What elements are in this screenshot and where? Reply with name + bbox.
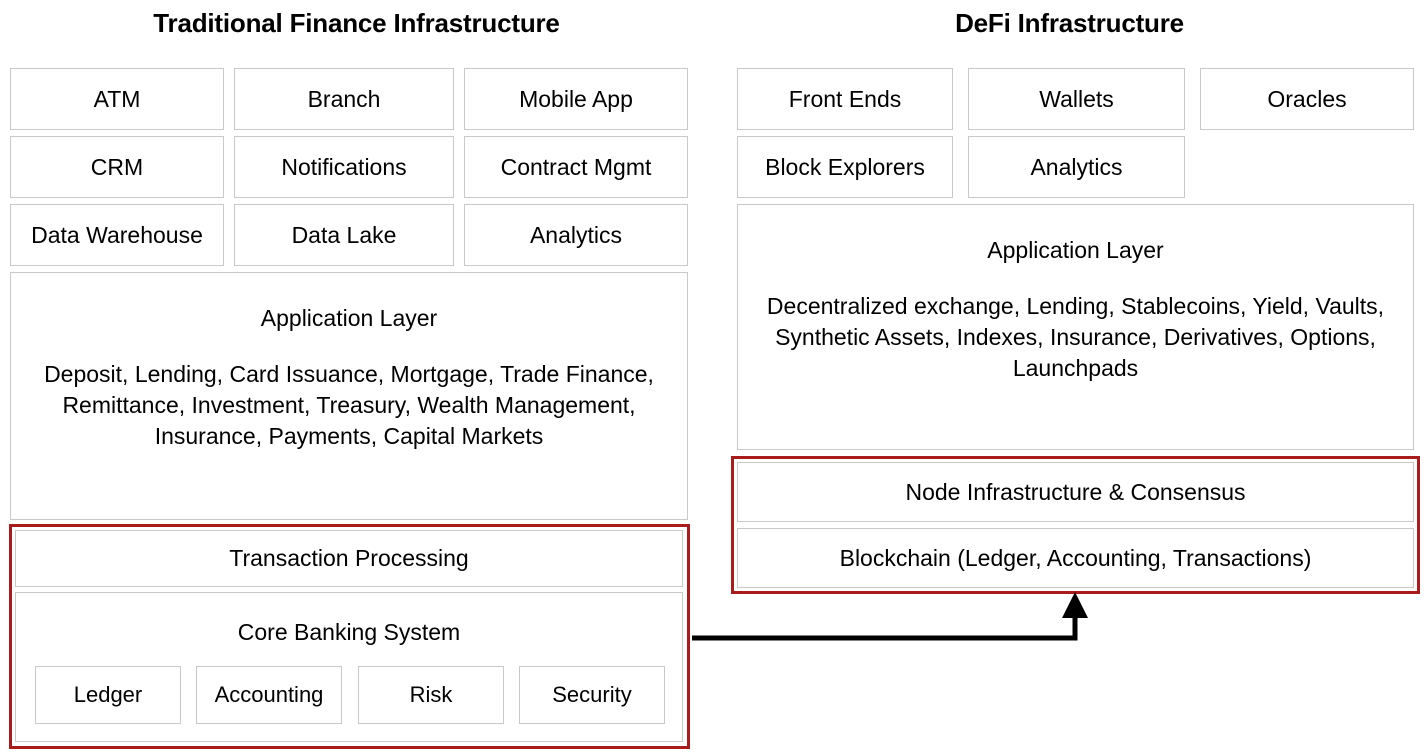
- tradfi-box-crm[interactable]: CRM: [10, 136, 224, 198]
- traditional-finance-title: Traditional Finance Infrastructure: [0, 8, 713, 39]
- tradfi-box-risk[interactable]: Risk: [358, 666, 504, 724]
- tradfi-box-analytics[interactable]: Analytics: [464, 204, 688, 266]
- tradfi-application-layer-body: Deposit, Lending, Card Issuance, Mortgag…: [11, 359, 687, 453]
- defi-box-front-ends[interactable]: Front Ends: [737, 68, 953, 130]
- tradfi-box-contract-mgmt[interactable]: Contract Mgmt: [464, 136, 688, 198]
- architecture-diagram: Traditional Finance Infrastructure ATM B…: [0, 0, 1426, 756]
- tradfi-application-layer[interactable]: Application Layer Deposit, Lending, Card…: [10, 272, 688, 520]
- defi-box-analytics[interactable]: Analytics: [968, 136, 1185, 198]
- tradfi-box-mobile-app[interactable]: Mobile App: [464, 68, 688, 130]
- tradfi-box-data-warehouse[interactable]: Data Warehouse: [10, 204, 224, 266]
- tradfi-box-data-lake[interactable]: Data Lake: [234, 204, 454, 266]
- defi-application-layer-title: Application Layer: [987, 237, 1163, 265]
- tradfi-box-accounting[interactable]: Accounting: [196, 666, 342, 724]
- defi-application-layer[interactable]: Application Layer Decentralized exchange…: [737, 204, 1414, 450]
- defi-box-block-explorers[interactable]: Block Explorers: [737, 136, 953, 198]
- tradfi-box-transaction-processing[interactable]: Transaction Processing: [15, 530, 683, 587]
- defi-application-layer-body: Decentralized exchange, Lending, Stablec…: [738, 291, 1413, 385]
- defi-column: DeFi Infrastructure Front Ends Wallets O…: [713, 0, 1426, 756]
- tradfi-box-branch[interactable]: Branch: [234, 68, 454, 130]
- defi-box-node-infrastructure[interactable]: Node Infrastructure & Consensus: [737, 462, 1414, 522]
- defi-box-wallets[interactable]: Wallets: [968, 68, 1185, 130]
- tradfi-application-layer-title: Application Layer: [261, 305, 437, 333]
- tradfi-box-notifications[interactable]: Notifications: [234, 136, 454, 198]
- tradfi-box-security[interactable]: Security: [519, 666, 665, 724]
- tradfi-box-atm[interactable]: ATM: [10, 68, 224, 130]
- defi-box-oracles[interactable]: Oracles: [1200, 68, 1414, 130]
- defi-box-blockchain[interactable]: Blockchain (Ledger, Accounting, Transact…: [737, 528, 1414, 588]
- traditional-finance-column: Traditional Finance Infrastructure ATM B…: [0, 0, 713, 756]
- defi-title: DeFi Infrastructure: [713, 8, 1426, 39]
- tradfi-box-ledger[interactable]: Ledger: [35, 666, 181, 724]
- tradfi-core-banking-title: Core Banking System: [238, 619, 460, 647]
